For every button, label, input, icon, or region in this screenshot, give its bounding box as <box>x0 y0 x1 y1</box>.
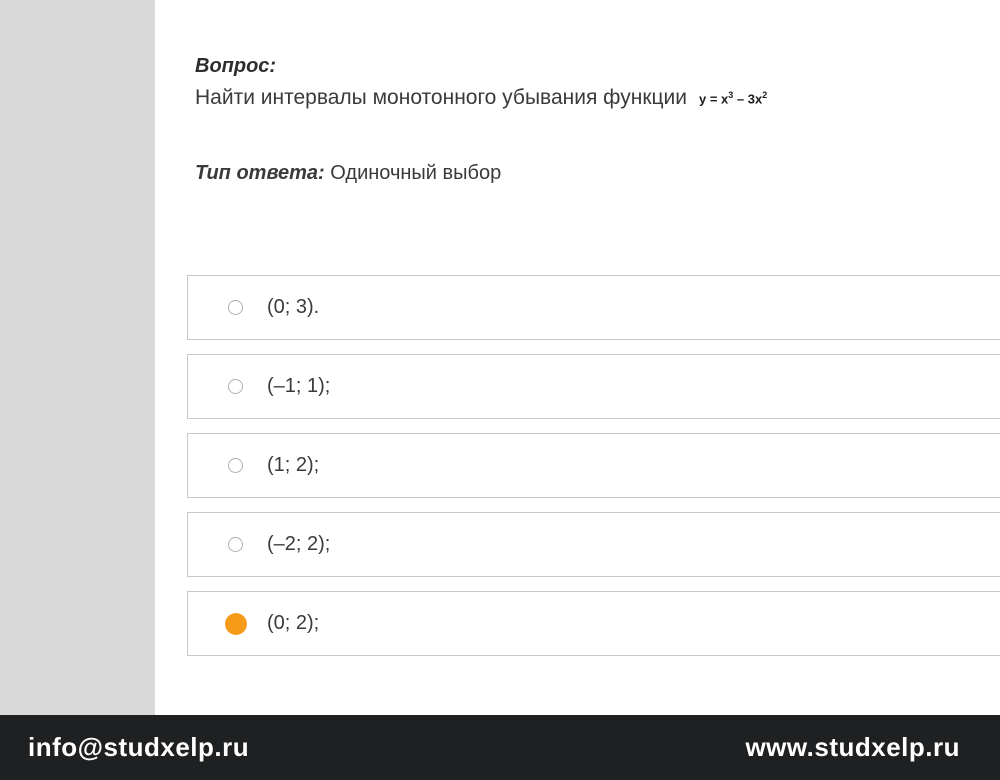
radio-icon[interactable] <box>228 379 243 394</box>
option-row[interactable]: (1; 2); <box>187 433 1000 498</box>
radio-icon[interactable] <box>228 458 243 473</box>
option-row[interactable]: (0; 2); <box>187 591 1000 656</box>
option-row[interactable]: (0; 3). <box>187 275 1000 340</box>
radio-selected-icon[interactable] <box>225 613 247 635</box>
answer-type-label: Тип ответа: <box>195 162 325 184</box>
footer-email: info@studxelp.ru <box>28 732 249 763</box>
question-label: Вопрос: <box>195 55 1000 78</box>
quiz-content: Вопрос: Найти интервалы монотонного убыв… <box>155 0 1000 715</box>
option-text: (1; 2); <box>267 454 319 477</box>
option-text: (–2; 2); <box>267 533 330 556</box>
question-formula: y = x3 – 3x2 <box>693 88 773 108</box>
radio-icon[interactable] <box>228 300 243 315</box>
answer-type-row: Тип ответа: Одиночный выбор <box>195 162 1000 185</box>
option-row[interactable]: (–1; 1); <box>187 354 1000 419</box>
radio-icon[interactable] <box>228 537 243 552</box>
option-text: (0; 3). <box>267 296 319 319</box>
option-text: (0; 2); <box>267 612 319 635</box>
question-body: Найти интервалы монотонного убывания фун… <box>195 86 687 110</box>
footer-bar: info@studxelp.ru www.studxelp.ru <box>0 715 1000 780</box>
options-list: (0; 3). (–1; 1); (1; 2); (–2; 2); (0; 2); <box>187 275 1000 656</box>
answer-type-value: Одиночный выбор <box>330 162 501 184</box>
question-text: Найти интервалы монотонного убывания фун… <box>195 86 1000 110</box>
footer-site: www.studxelp.ru <box>745 732 960 763</box>
option-row[interactable]: (–2; 2); <box>187 512 1000 577</box>
option-text: (–1; 1); <box>267 375 330 398</box>
